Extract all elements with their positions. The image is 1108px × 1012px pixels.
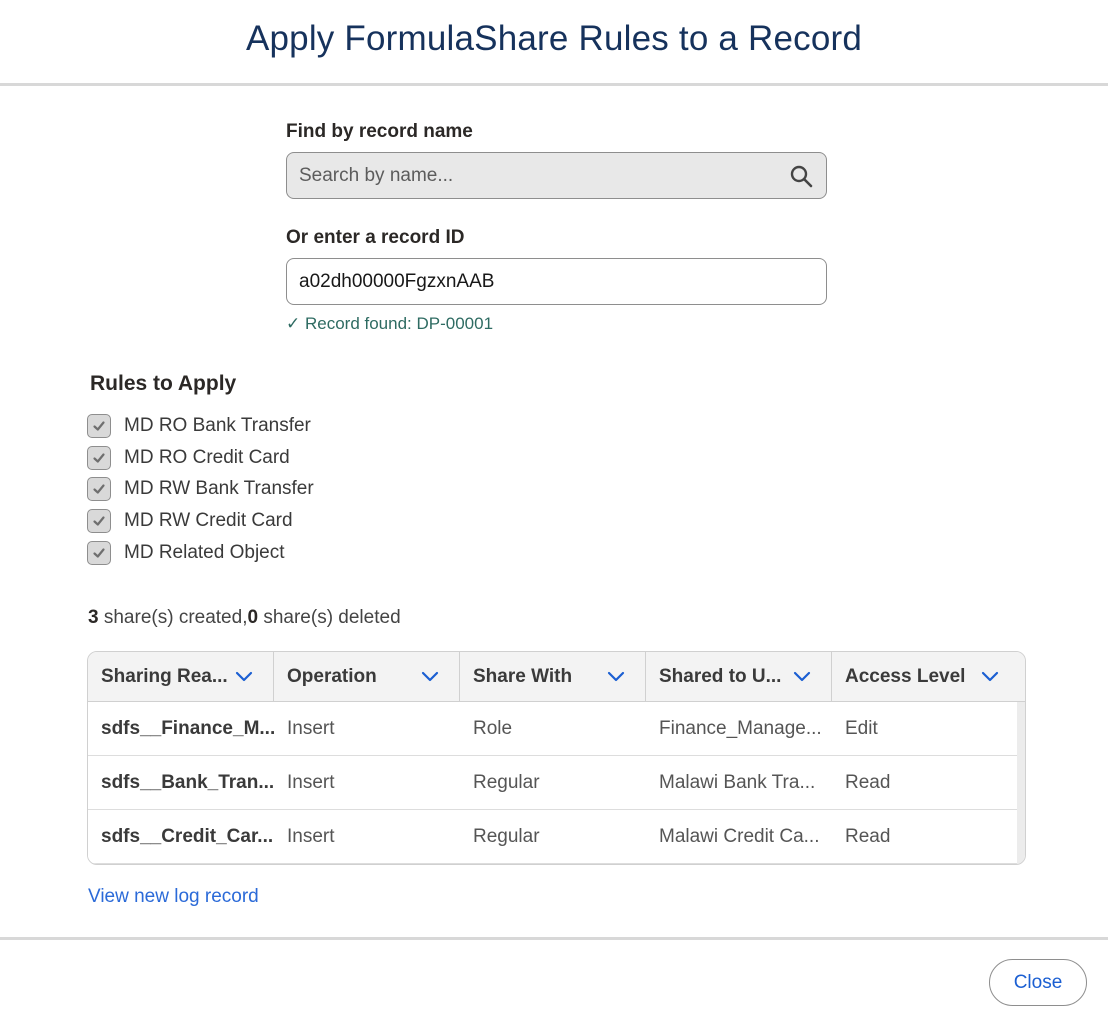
share-summary: 3 share(s) created,0 share(s) deleted [88,607,401,629]
search-box[interactable] [286,152,827,199]
table-cell: Read [845,772,891,793]
record-found-message: ✓ Record found: DP-00001 [286,314,494,333]
record-id-box[interactable] [286,258,827,305]
checkbox-checked-icon[interactable] [87,413,111,438]
rule-item[interactable]: MD RW Credit Card [87,505,314,537]
deleted-text: share(s) deleted [258,607,401,628]
table-cell: Read [845,826,891,847]
rules-list: MD RO Bank Transfer MD RO Credit Card MD… [87,410,314,569]
modal-footer: Close [0,937,1108,1012]
table-row: sdfs__Bank_Tran... Insert Regular Malawi… [88,756,1018,810]
search-input[interactable] [299,164,788,187]
chevron-down-icon[interactable] [419,666,441,688]
chevron-down-icon[interactable] [979,666,1001,688]
table-cell: sdfs__Credit_Car... [101,826,274,847]
search-label: Find by record name [286,121,473,142]
rule-item[interactable]: MD Related Object [87,537,314,569]
checkbox-checked-icon[interactable] [87,541,111,566]
record-id-input[interactable] [299,270,814,293]
column-header-operation[interactable]: Operation [274,652,460,702]
table-cell: sdfs__Finance_M... [101,718,274,739]
modal-header: Apply FormulaShare Rules to a Record [0,0,1108,86]
table-cell: Edit [845,718,878,739]
created-text: share(s) created, [98,607,248,628]
chevron-down-icon[interactable] [791,666,813,688]
column-header-shared-to-user[interactable]: Shared to U... [646,652,832,702]
shares-table: Sharing Rea... Operation Share With Shar… [87,651,1026,865]
table-cell: Finance_Manage... [659,718,822,739]
table-cell: Insert [287,826,335,847]
rules-section-title: Rules to Apply [90,372,237,395]
checkbox-checked-icon[interactable] [87,477,111,502]
rule-item[interactable]: MD RW Bank Transfer [87,474,314,506]
close-button[interactable]: Close [989,959,1087,1006]
column-header-sharing-reason[interactable]: Sharing Rea... [88,652,274,702]
table-row: sdfs__Finance_M... Insert Role Finance_M… [88,702,1018,756]
rule-label: MD RO Credit Card [124,446,290,468]
table-cell: Role [473,718,513,739]
table-cell: Malawi Credit Ca... [659,826,820,847]
table-cell: Regular [473,826,540,847]
deleted-count: 0 [247,607,259,628]
chevron-down-icon[interactable] [605,666,627,688]
modal-title: Apply FormulaShare Rules to a Record [245,18,863,58]
checkbox-checked-icon[interactable] [87,445,111,470]
rule-label: MD RO Bank Transfer [124,414,311,436]
view-log-record-link[interactable]: View new log record [88,886,259,908]
search-icon[interactable] [788,163,814,189]
table-scrollbar[interactable] [1017,702,1025,864]
rule-label: MD Related Object [124,542,285,564]
table-cell: sdfs__Bank_Tran... [101,772,274,793]
table-cell: Regular [473,772,540,793]
table-row: sdfs__Credit_Car... Insert Regular Malaw… [88,810,1018,864]
created-count: 3 [88,607,99,628]
column-header-share-with[interactable]: Share With [460,652,646,702]
table-header: Sharing Rea... Operation Share With Shar… [88,652,1025,702]
rule-item[interactable]: MD RO Credit Card [87,442,314,474]
chevron-down-icon[interactable] [233,666,255,688]
column-header-access-level[interactable]: Access Level [832,652,1019,702]
apply-rules-modal: Apply FormulaShare Rules to a Record Fin… [0,0,1108,1012]
rule-label: MD RW Credit Card [124,510,293,532]
checkbox-checked-icon[interactable] [87,509,111,534]
table-cell: Malawi Bank Tra... [659,772,816,793]
table-cell: Insert [287,718,335,739]
table-cell: Insert [287,772,335,793]
rule-item[interactable]: MD RO Bank Transfer [87,410,314,442]
rule-label: MD RW Bank Transfer [124,478,314,500]
record-id-label: Or enter a record ID [286,227,465,248]
